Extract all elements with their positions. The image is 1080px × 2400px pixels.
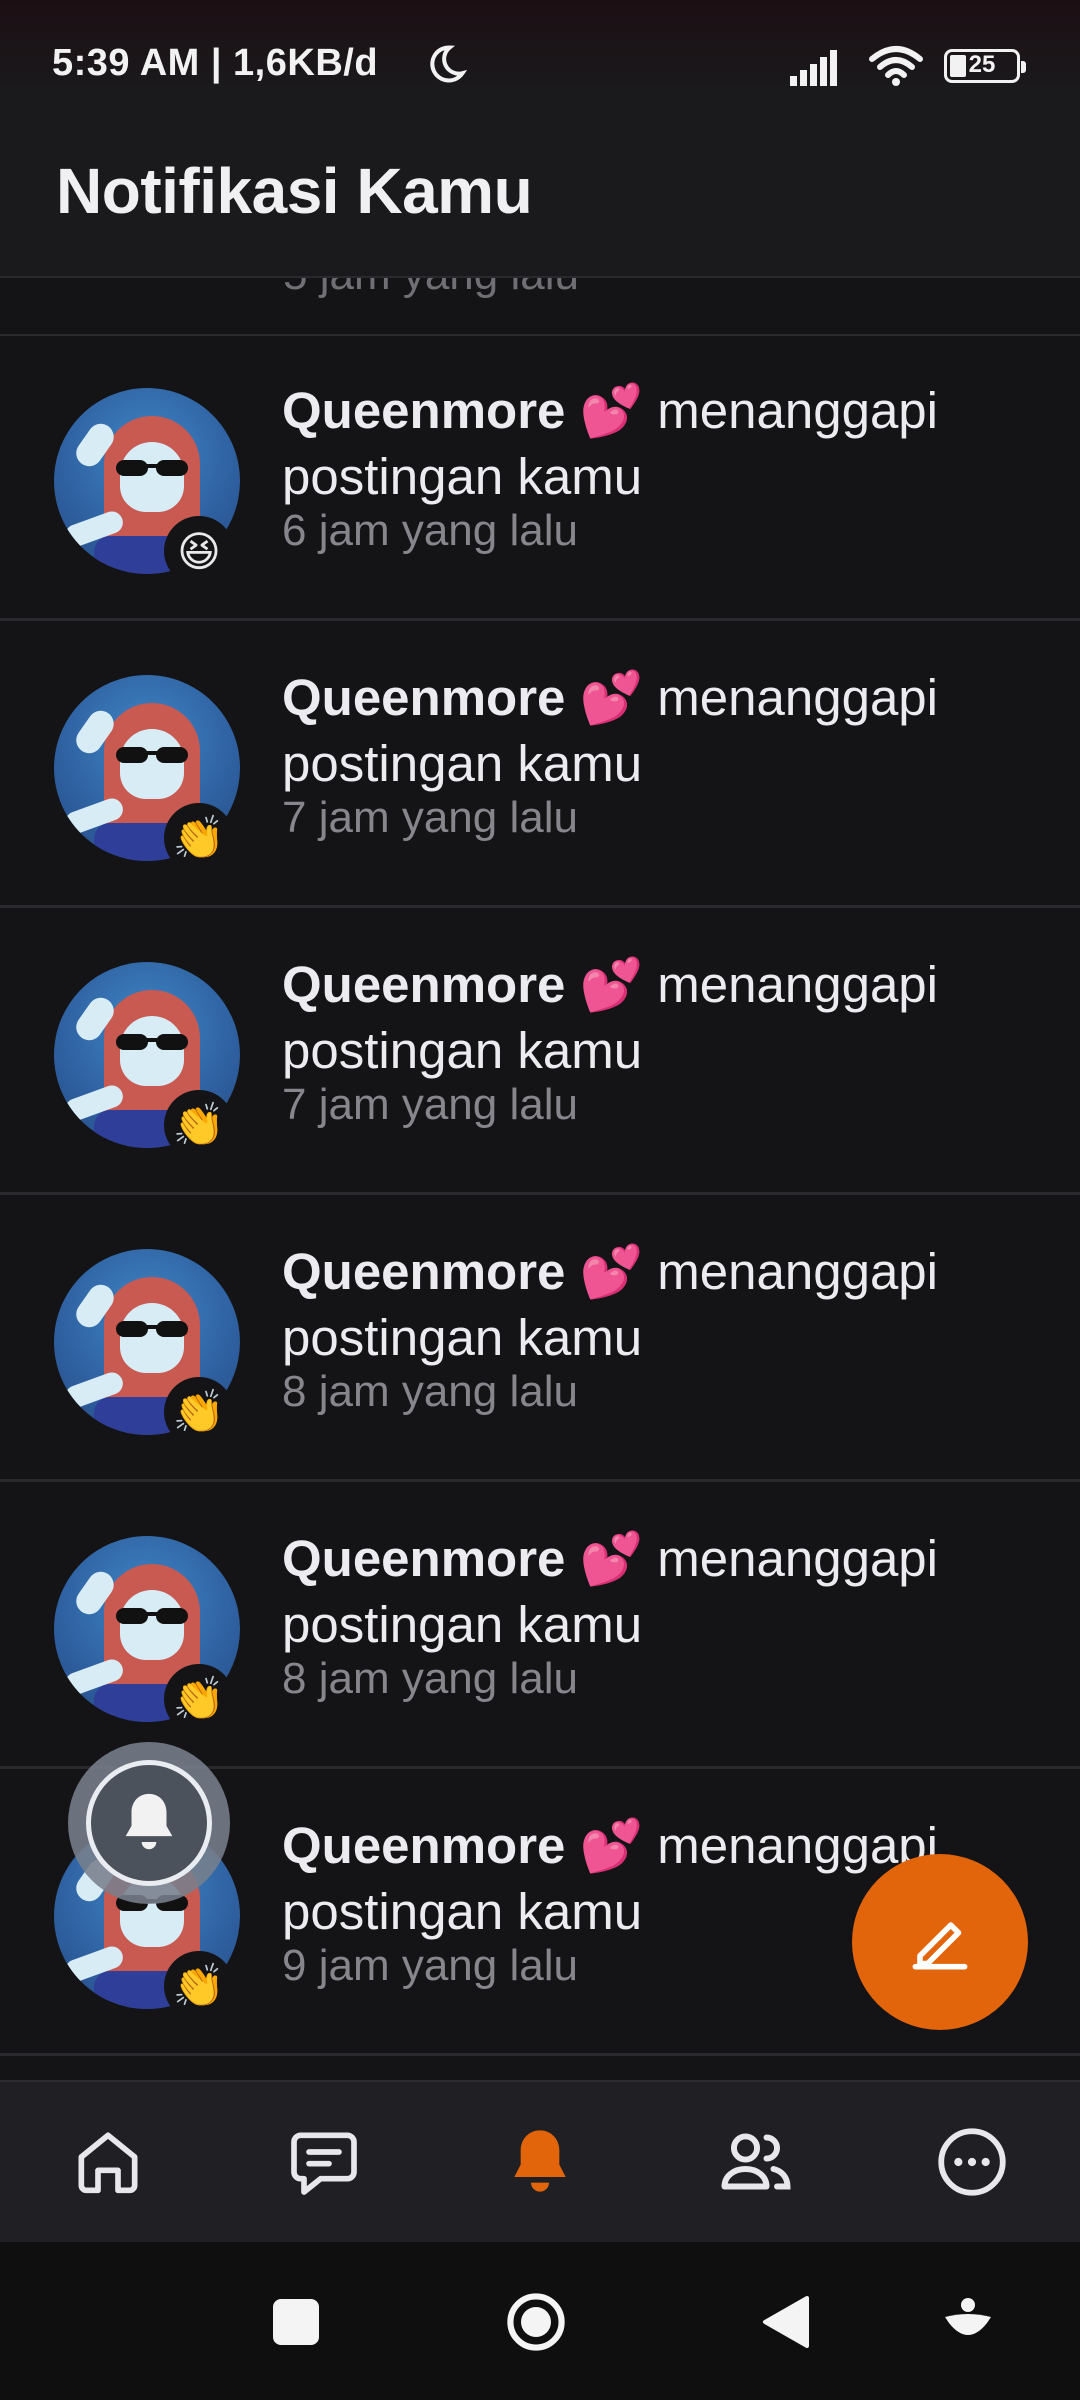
username[interactable]: Queenmore	[282, 1243, 565, 1300]
reaction-badge: 👏	[164, 1090, 234, 1160]
reaction-emoji: 👏	[172, 813, 226, 861]
back-triangle-icon	[763, 2296, 809, 2348]
list-item[interactable]: 😆 Queenmore 💕 menanggapi postingan kamu 6 …	[0, 336, 1080, 621]
wifi-icon	[869, 46, 923, 86]
list-item[interactable]: 👏 Queenmore 💕 menanggapi postingan kamu 7 …	[0, 623, 1080, 908]
notification-text: Queenmore 💕 menanggapi postingan kamu	[282, 665, 1022, 797]
page-title: Notifikasi Kamu	[56, 155, 533, 227]
heart-emoji: 💕	[579, 1530, 644, 1587]
reaction-badge: 👏	[164, 803, 234, 873]
notification-time: 6 jam yang lalu	[282, 506, 578, 555]
nav-messages[interactable]	[216, 2082, 432, 2242]
notification-time: 5 jam yang lalu	[283, 278, 579, 300]
bell-icon	[125, 1793, 173, 1850]
bottom-nav	[0, 2080, 1080, 2242]
list-item[interactable]: 👏 Queenmore 💕 menanggapi postingan kamu 7 …	[0, 910, 1080, 1195]
notification-text: Queenmore 💕 menanggapi postingan kamu	[282, 378, 1022, 510]
back-button[interactable]	[756, 2292, 816, 2352]
notification-time: 7 jam yang lalu	[282, 793, 578, 842]
signal-icon	[790, 50, 837, 86]
reaction-badge: 👏	[164, 1951, 234, 2021]
reaction-badge: 👏	[164, 1377, 234, 1447]
heart-emoji: 💕	[579, 382, 644, 439]
reaction-badge: 😆	[164, 516, 234, 586]
notification-time: 9 jam yang lalu	[282, 1941, 578, 1990]
recents-button[interactable]	[266, 2292, 326, 2352]
reaction-badge: 👏	[164, 1664, 234, 1734]
username[interactable]: Queenmore	[282, 382, 565, 439]
compose-button[interactable]	[852, 1854, 1028, 2030]
nav-home[interactable]	[0, 2082, 216, 2242]
status-bar: 5:39 AM | 1,6KB/d 25	[0, 0, 1080, 96]
username[interactable]: Queenmore	[282, 1817, 565, 1874]
battery-level: 25	[968, 51, 996, 78]
heart-emoji: 💕	[579, 956, 644, 1013]
reaction-emoji: 👏	[172, 1674, 226, 1722]
list-item[interactable]: 👏 Queenmore 💕 menanggapi postingan kamu 8 …	[0, 1197, 1080, 1482]
home-icon	[78, 2132, 138, 2194]
heart-emoji: 💕	[579, 669, 644, 726]
square-icon	[273, 2299, 319, 2345]
nav-notifications[interactable]	[432, 2082, 648, 2242]
notification-time: 8 jam yang lalu	[282, 1654, 578, 1703]
status-time: 5:39 AM | 1,6KB/d	[52, 42, 379, 84]
moon-icon	[430, 45, 468, 83]
username[interactable]: Queenmore	[282, 1530, 565, 1587]
battery-icon: 25	[944, 49, 1026, 83]
notification-bell-button[interactable]	[68, 1742, 230, 1904]
nav-more[interactable]	[864, 2082, 1080, 2242]
chat-icon	[291, 2132, 357, 2195]
accessibility-icon	[945, 2298, 991, 2335]
list-item[interactable]: 👏 Queenmore 💕 menanggapi postingan kamu 8 …	[0, 1484, 1080, 1769]
system-nav-bar	[0, 2242, 1080, 2400]
notification-text: Queenmore 💕 menanggapi postingan kamu	[282, 1239, 1022, 1371]
nav-friends[interactable]	[648, 2082, 864, 2242]
username[interactable]: Queenmore	[282, 956, 565, 1013]
reaction-emoji: 😆	[177, 527, 221, 575]
notification-time: 8 jam yang lalu	[282, 1367, 578, 1416]
more-icon	[938, 2128, 1006, 2196]
notification-text: Queenmore 💕 menanggapi postingan kamu	[282, 952, 1022, 1084]
assistant-button[interactable]	[938, 2292, 998, 2352]
friends-icon	[721, 2133, 791, 2190]
reaction-emoji: 👏	[172, 1387, 226, 1435]
heart-emoji: 💕	[579, 1243, 644, 1300]
home-button[interactable]	[506, 2292, 566, 2352]
notification-text: Queenmore 💕 menanggapi postingan kamu	[282, 1526, 1022, 1658]
app-header: Notifikasi Kamu	[0, 96, 1080, 278]
list-item-partial[interactable]: 5 jam yang lalu	[0, 278, 1080, 336]
bell-icon	[514, 2130, 566, 2192]
heart-emoji: 💕	[579, 1817, 644, 1874]
notification-time: 7 jam yang lalu	[282, 1080, 578, 1129]
pencil-icon	[912, 1922, 968, 1970]
username[interactable]: Queenmore	[282, 669, 565, 726]
reaction-emoji: 👏	[172, 1961, 226, 2009]
circle-icon	[507, 2293, 565, 2351]
reaction-emoji: 👏	[172, 1100, 226, 1148]
